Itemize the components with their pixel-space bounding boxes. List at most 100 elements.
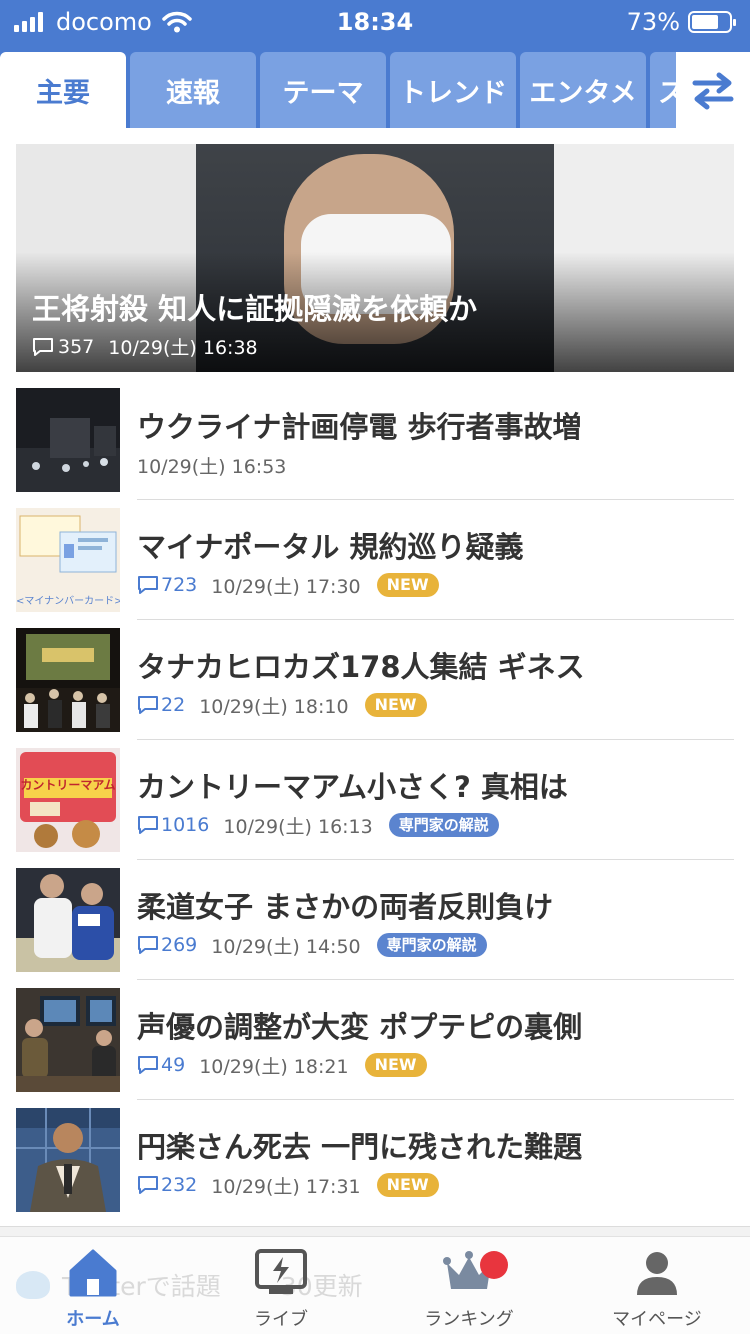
- news-item[interactable]: タナカヒロカズ178人集結 ギネス 22 10/29(土) 18:10 NEW: [0, 628, 750, 748]
- category-tabs: 主要 速報 テーマ トレンド エンタメ ス: [0, 44, 750, 128]
- comment-count[interactable]: 49: [137, 1054, 185, 1076]
- nav-live[interactable]: ライブ: [206, 1245, 356, 1331]
- divider: [137, 859, 734, 860]
- comment-count-value: 723: [161, 574, 198, 596]
- news-title: 声優の調整が大変 ポプテピの裏側: [137, 1010, 583, 1044]
- news-meta: 1016 10/29(土) 16:13 専門家の解説: [137, 810, 499, 840]
- new-badge: NEW: [376, 573, 439, 597]
- comment-icon: [138, 696, 158, 714]
- nav-ranking-label: ランキング: [424, 1309, 514, 1330]
- top-story-comment-count: 357: [58, 335, 95, 358]
- comment-count-value: 22: [161, 694, 186, 716]
- nav-ranking[interactable]: ランキング: [394, 1245, 544, 1331]
- news-time: 10/29(土) 18:21: [199, 1055, 349, 1078]
- news-thumbnail: [16, 388, 120, 492]
- news-thumbnail: カントリーマアム: [16, 748, 120, 852]
- news-thumbnail: [16, 1108, 120, 1212]
- comment-count-value: 232: [161, 1174, 198, 1196]
- status-right: 73%: [626, 6, 736, 38]
- news-time: 10/29(土) 17:30: [211, 575, 361, 598]
- news-time: 10/29(土) 16:13: [223, 815, 373, 838]
- comment-count-value: 49: [161, 1054, 186, 1076]
- news-thumbnail: [16, 628, 120, 732]
- comment-icon: [138, 936, 158, 954]
- battery-fill: [692, 15, 719, 29]
- news-title: 柔道女子 まさかの両者反則負け: [137, 890, 554, 924]
- new-badge: NEW: [364, 693, 427, 717]
- expert-commentary-badge: 専門家の解説: [376, 933, 487, 957]
- notification-dot: [480, 1251, 508, 1279]
- news-item[interactable]: <マイナンバーカード> マイナポータル 規約巡り疑義 723 10/29(土) …: [0, 508, 750, 628]
- status-bar: docomo 18:34 73%: [0, 0, 750, 44]
- top-story-time: 10/29(土) 16:38: [108, 337, 258, 359]
- comment-count-value: 269: [161, 934, 198, 956]
- live-tv-icon: [255, 1249, 307, 1294]
- news-item[interactable]: 円楽さん死去 一門に残された難題 232 10/29(土) 17:31 NEW: [0, 1108, 750, 1228]
- news-time: 10/29(土) 16:53: [137, 455, 287, 478]
- news-time: 10/29(土) 17:31: [211, 1175, 361, 1198]
- divider: [137, 1099, 734, 1100]
- expert-commentary-badge: 専門家の解説: [388, 813, 499, 837]
- news-item[interactable]: ウクライナ計画停電 歩行者事故増 10/29(土) 16:53: [0, 388, 750, 508]
- news-title: カントリーマアム小さく? 真相は: [137, 770, 568, 804]
- nav-home[interactable]: ホーム: [18, 1245, 168, 1331]
- comment-icon: [33, 337, 53, 356]
- news-meta: 723 10/29(土) 17:30 NEW: [137, 570, 439, 600]
- news-thumbnail: [16, 868, 120, 972]
- nav-mypage[interactable]: マイページ: [582, 1245, 732, 1331]
- tab-theme[interactable]: テーマ: [260, 52, 386, 128]
- bottom-nav: Twitterで話題 30更新 ホーム ライブ ランキング マイページ: [0, 1236, 750, 1334]
- news-meta: 22 10/29(土) 18:10 NEW: [137, 690, 427, 720]
- comment-icon: [138, 1056, 158, 1074]
- news-title: ウクライナ計画停電 歩行者事故増: [137, 410, 582, 444]
- tab-main[interactable]: 主要: [0, 52, 126, 128]
- tab-trend[interactable]: トレンド: [390, 52, 516, 128]
- top-story-card[interactable]: 王将射殺 知人に証拠隠滅を依頼か 357 10/29(土) 16:38: [16, 144, 734, 372]
- thumbnail-caption: カントリーマアム: [20, 778, 116, 792]
- new-badge: NEW: [376, 1173, 439, 1197]
- news-meta: 232 10/29(土) 17:31 NEW: [137, 1170, 439, 1200]
- swap-tabs-button[interactable]: [676, 52, 750, 128]
- news-title: タナカヒロカズ178人集結 ギネス: [137, 650, 585, 684]
- person-icon: [637, 1252, 677, 1295]
- battery-percent: 73%: [626, 8, 680, 36]
- comment-count[interactable]: 269: [137, 934, 197, 956]
- top-story-title: 王将射殺 知人に証拠隠滅を依頼か: [32, 292, 478, 326]
- comment-icon: [138, 576, 158, 594]
- divider: [137, 619, 734, 620]
- top-story-meta: 357 10/29(土) 16:38: [32, 333, 258, 360]
- home-icon: [69, 1249, 117, 1297]
- comment-count[interactable]: 723: [137, 574, 197, 596]
- swap-arrows-icon: [692, 72, 734, 110]
- news-thumbnail: [16, 988, 120, 1092]
- news-thumbnail: <マイナンバーカード>: [16, 508, 120, 612]
- divider: [137, 979, 734, 980]
- thumbnail-caption: <マイナンバーカード>: [16, 596, 120, 607]
- nav-live-label: ライブ: [254, 1309, 308, 1330]
- comment-count[interactable]: 1016: [137, 814, 209, 836]
- tab-breaking[interactable]: 速報: [130, 52, 256, 128]
- news-meta: 269 10/29(土) 14:50 専門家の解説: [137, 930, 487, 960]
- nav-home-label: ホーム: [66, 1309, 120, 1330]
- tab-entertainment[interactable]: エンタメ: [520, 52, 646, 128]
- news-time: 10/29(土) 14:50: [211, 935, 361, 958]
- news-meta: 10/29(土) 16:53: [137, 450, 286, 480]
- news-item[interactable]: 声優の調整が大変 ポプテピの裏側 49 10/29(土) 18:21 NEW: [0, 988, 750, 1108]
- comment-count-value: 1016: [161, 814, 210, 836]
- news-item[interactable]: 柔道女子 まさかの両者反則負け 269 10/29(土) 14:50 専門家の解…: [0, 868, 750, 988]
- new-badge: NEW: [364, 1053, 427, 1077]
- divider: [137, 739, 734, 740]
- comment-icon: [138, 816, 158, 834]
- news-time: 10/29(土) 18:10: [199, 695, 349, 718]
- divider: [137, 499, 734, 500]
- news-list: ウクライナ計画停電 歩行者事故増 10/29(土) 16:53 <マイナンバーカ…: [0, 388, 750, 1228]
- comment-icon: [138, 1176, 158, 1194]
- comment-count[interactable]: 22: [137, 694, 185, 716]
- battery-icon: [688, 11, 736, 33]
- news-item[interactable]: カントリーマアム カントリーマアム小さく? 真相は 1016 10/29(土) …: [0, 748, 750, 868]
- nav-mypage-label: マイページ: [612, 1309, 702, 1330]
- news-meta: 49 10/29(土) 18:21 NEW: [137, 1050, 427, 1080]
- comment-count[interactable]: 232: [137, 1174, 197, 1196]
- news-title: マイナポータル 規約巡り疑義: [137, 530, 524, 564]
- news-title: 円楽さん死去 一門に残された難題: [137, 1130, 583, 1164]
